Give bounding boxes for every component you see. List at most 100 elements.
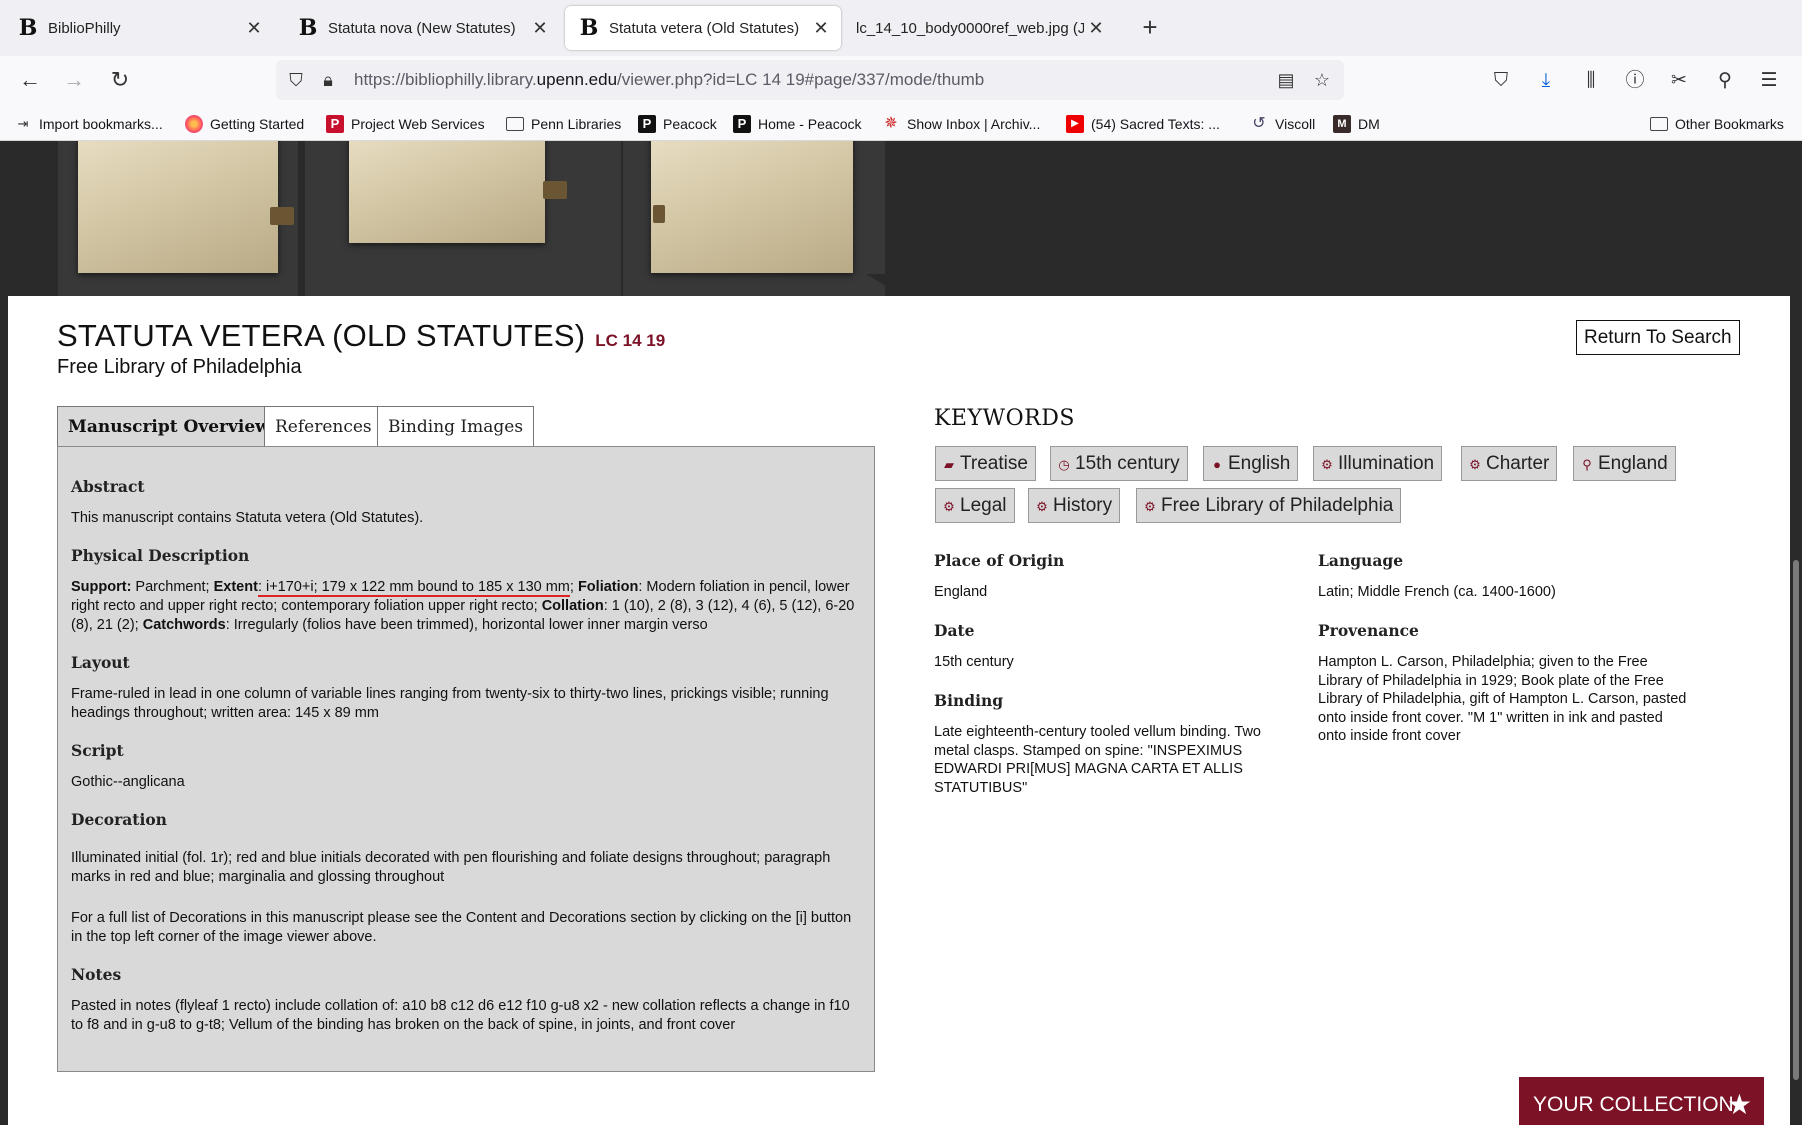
bookmark-home-peacock[interactable]: P Home - Peacock (733, 113, 861, 135)
keyword-illumination[interactable]: ⚙ Illumination (1313, 446, 1443, 481)
bookmark-getting-started[interactable]: Getting Started (185, 113, 304, 135)
bookmark-label: Getting Started (210, 116, 305, 132)
url-path: /viewer.php?id=LC 14 19#page/337/mode/th… (617, 70, 985, 89)
bookmark-dm[interactable]: M DM (1333, 113, 1380, 135)
keyword-treatise[interactable]: ▰ Treatise (935, 446, 1036, 481)
pocket-icon[interactable]: ⛉ (1488, 68, 1514, 94)
binding-image (651, 141, 853, 273)
keyword-charter[interactable]: ⚙ Charter (1461, 446, 1558, 481)
downloads-icon[interactable]: ⤓ (1533, 68, 1559, 94)
keyword-label: England (1598, 453, 1668, 474)
url-prefix: https://bibliophilly.library. (354, 70, 537, 89)
clasp-image (270, 207, 294, 225)
peacock-icon: P (733, 115, 751, 133)
binding-thumbnail[interactable] (58, 141, 298, 296)
cogs-icon: ⚙ (1321, 457, 1333, 472)
abstract-heading: Abstract (71, 477, 145, 496)
keyword-label: Illumination (1338, 453, 1435, 474)
extension-icon[interactable]: ⚲ (1712, 68, 1738, 94)
close-tab-icon[interactable]: ✕ (242, 18, 266, 39)
language-value: Latin; Middle French (ca. 1400-1600) (1318, 584, 1556, 600)
firefox-icon (185, 115, 203, 133)
keyword-15th-century[interactable]: ◷ 15th century (1050, 446, 1188, 481)
cogs-icon: ⚙ (943, 499, 955, 514)
p-icon: P (326, 115, 344, 133)
youtube-icon: ▶ (1066, 115, 1084, 133)
close-tab-icon[interactable]: ✕ (809, 18, 833, 39)
keyword-label: Charter (1486, 453, 1550, 474)
binding-value: Late eighteenth-century tooled vellum bi… (934, 724, 1262, 796)
address-bar[interactable]: ⛉ 🔒︎ https://bibliophilly.library.upenn.… (276, 60, 1344, 100)
support-label: Support: (71, 579, 132, 595)
tab-title: Statuta nova (New Statutes) (328, 19, 516, 37)
bookmark-penn-libraries[interactable]: Penn Libraries (506, 113, 621, 135)
reader-view-icon[interactable]: ▤ (1274, 68, 1298, 92)
binding-heading: Binding (934, 691, 1004, 710)
manuscript-header: STATUTA VETERA (OLD STATUTES) LC 14 19 Fr… (57, 318, 665, 379)
scrollbar-thumb[interactable] (1793, 560, 1799, 1080)
tab-manuscript-overview[interactable]: Manuscript Overview (57, 406, 281, 447)
close-tab-icon[interactable]: ✕ (1084, 18, 1108, 39)
bookmark-peacock[interactable]: P Peacock (638, 113, 717, 135)
cogs-icon: ⚙ (1036, 499, 1048, 514)
keyword-free-library-of-philadelphia[interactable]: ⚙ Free Library of Philadelphia (1136, 488, 1402, 523)
your-collection-button[interactable]: YOUR COLLECTION ★ (1519, 1077, 1764, 1125)
bookmark-import[interactable]: ⇥ Import bookmarks... (14, 113, 163, 135)
extent-value: : i+170+i; 179 x 122 mm bound to 185 x 1… (257, 579, 570, 597)
close-tab-icon[interactable]: ✕ (528, 18, 552, 39)
other-bookmarks[interactable]: Other Bookmarks (1650, 113, 1784, 135)
catchwords-label: Catchwords (142, 617, 226, 633)
return-to-search-button[interactable]: Return To Search (1576, 320, 1740, 355)
bibliophilly-favicon-icon: B (298, 15, 318, 41)
keyword-english[interactable]: ● English (1203, 446, 1299, 481)
script-text: Gothic--anglicana (71, 774, 185, 790)
abstract-text: This manuscript contains Statuta vetera … (71, 510, 424, 526)
tab-references[interactable]: References (264, 406, 383, 447)
dragon-icon: ✵ (884, 115, 898, 132)
zotero-icon[interactable]: ✂ (1666, 68, 1692, 94)
url-text[interactable]: https://bibliophilly.library.upenn.edu/v… (354, 70, 984, 90)
reload-icon[interactable]: ↻ (104, 64, 136, 96)
browser-tab-bibliophilly[interactable]: B BiblioPhilly ✕ (4, 6, 274, 50)
library-icon[interactable]: ⫼ (1578, 68, 1604, 94)
browser-tab-jpeg[interactable]: lc_14_10_body0000ref_web.jpg (JPE ✕ (846, 6, 1116, 50)
bookmark-project-web-services[interactable]: P Project Web Services (326, 113, 485, 135)
bookmark-show-inbox[interactable]: ✵ Show Inbox | Archiv... (882, 113, 1040, 135)
browser-tab-strip: B BiblioPhilly ✕ B Statuta nova (New Sta… (0, 0, 1802, 56)
bookmark-sacred-texts[interactable]: ▶ (54) Sacred Texts: ... (1066, 113, 1220, 135)
tab-title: BiblioPhilly (48, 19, 121, 37)
menu-hamburger-icon[interactable]: ☰ (1756, 68, 1782, 94)
new-tab-plus-icon[interactable]: + (1136, 12, 1164, 42)
folder-icon (1650, 117, 1668, 131)
binding-thumbnail[interactable] (305, 141, 621, 296)
back-arrow-icon[interactable]: ← (14, 64, 46, 96)
viscoll-icon: ↺ (1252, 115, 1266, 132)
manuscript-title: STATUTA VETERA (OLD STATUTES) (57, 318, 586, 353)
binding-thumbnail[interactable] (623, 141, 885, 296)
place-of-origin-heading: Place of Origin (934, 551, 1065, 570)
image-viewer-strip[interactable] (0, 141, 1802, 296)
password-manager-icon[interactable]: ⓘ (1622, 68, 1648, 94)
repository-name: Free Library of Philadelphia (57, 356, 302, 378)
keyword-england[interactable]: ⚲ England (1573, 446, 1676, 481)
keyword-legal[interactable]: ⚙ Legal (935, 488, 1015, 523)
bookmarks-toolbar: ⇥ Import bookmarks... Getting Started P Pr… (0, 105, 1802, 141)
browser-tab-statuta-vetera[interactable]: B Statuta vetera (Old Statutes) ✕ (565, 6, 841, 50)
bookmark-label: Peacock (663, 116, 717, 132)
tab-binding-images[interactable]: Binding Images (377, 406, 535, 447)
browser-tab-statuta-nova[interactable]: B Statuta nova (New Statutes) ✕ (284, 6, 560, 50)
keyword-history[interactable]: ⚙ History (1028, 488, 1121, 523)
layout-text: Frame-ruled in lead in one column of var… (71, 686, 829, 721)
layout-heading: Layout (71, 653, 130, 672)
bookmark-star-icon[interactable]: ☆ (1310, 68, 1334, 92)
forward-arrow-icon[interactable]: → (58, 64, 90, 96)
bookmark-viscoll[interactable]: ↺ Viscoll (1250, 113, 1315, 135)
provenance-heading: Provenance (1318, 621, 1419, 640)
keywords-heading: KEYWORDS (934, 406, 1075, 431)
clasp-image (653, 205, 665, 223)
decoration-heading: Decoration (71, 810, 167, 829)
folder-icon (506, 117, 524, 131)
decoration-text: Illuminated initial (fol. 1r); red and b… (71, 850, 831, 885)
lock-icon[interactable]: 🔒︎ (316, 68, 340, 92)
shield-icon[interactable]: ⛉ (284, 68, 308, 92)
